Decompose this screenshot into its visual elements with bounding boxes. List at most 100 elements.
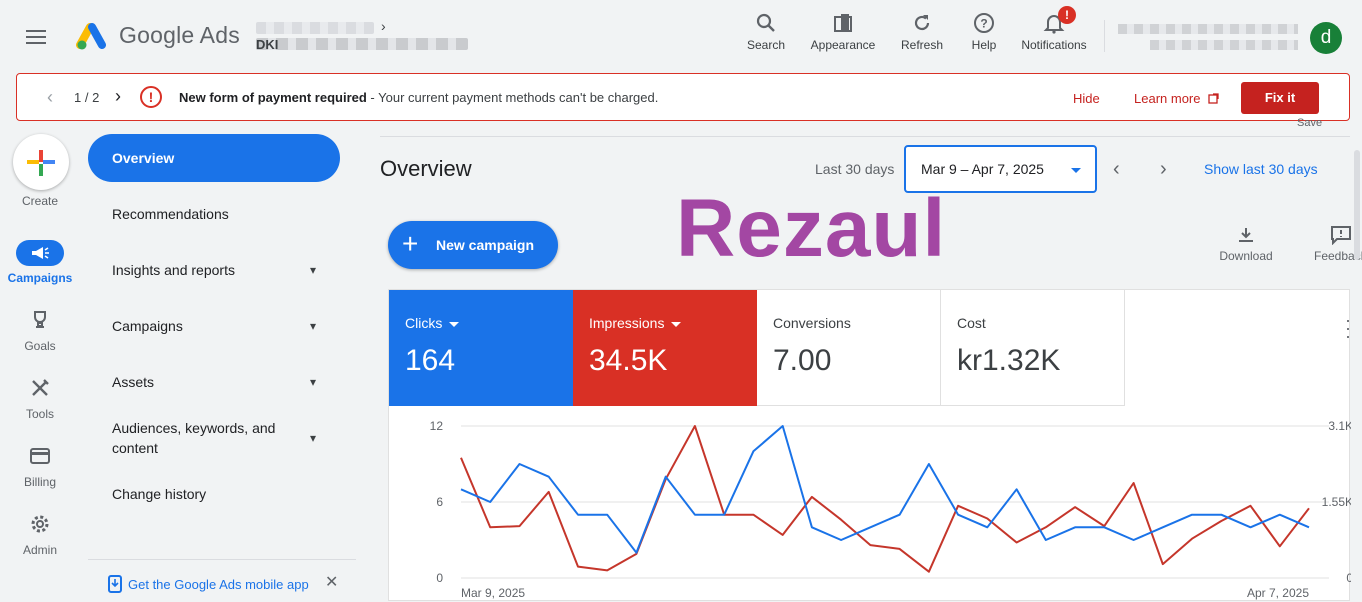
close-icon[interactable]: ✕: [325, 572, 338, 592]
rail-goals-label[interactable]: Goals: [0, 339, 80, 353]
y-tick-label-left: 6: [436, 495, 443, 509]
rail-billing-label[interactable]: Billing: [0, 475, 80, 489]
page-title: Overview: [380, 156, 472, 181]
goals-rail-button[interactable]: [16, 308, 64, 334]
appearance-label: Appearance: [810, 38, 876, 52]
payment-alert-banner: ‹ 1 / 2 › ! New form of payment required…: [16, 73, 1350, 121]
scorecard-cost[interactable]: Cost kr1.32K: [941, 290, 1125, 406]
notification-badge: !: [1058, 6, 1076, 24]
nav-insights-label: Insights and reports: [112, 262, 235, 278]
nav-recommendations[interactable]: Recommendations: [88, 190, 340, 238]
toolbar-divider: [380, 136, 1350, 137]
refresh-button[interactable]: Refresh: [898, 12, 946, 52]
scorecard-clicks[interactable]: Clicks 164: [389, 290, 573, 406]
scorecard-title: Impressions: [589, 315, 682, 331]
x-tick-label-start: Mar 9, 2025: [461, 586, 525, 600]
clicks-title: Clicks: [405, 315, 443, 331]
mobile-app-link[interactable]: Get the Google Ads mobile app: [108, 575, 309, 593]
account-id-blurred[interactable]: [256, 38, 468, 50]
hide-alert-link[interactable]: Hide: [1073, 91, 1100, 106]
refresh-icon: [914, 15, 930, 31]
help-button[interactable]: ? Help: [962, 12, 1006, 52]
chevron-down-icon: ▾: [309, 263, 316, 277]
learn-more-link[interactable]: Learn more: [1134, 91, 1219, 106]
series-line-impressions: [460, 425, 1310, 573]
watermark-text: Rezaul: [676, 183, 947, 274]
show-last-30-days-link[interactable]: Show last 30 days: [1204, 161, 1318, 177]
credit-card-icon: [30, 448, 50, 464]
notifications-button[interactable]: Notifications !: [1014, 6, 1094, 52]
gear-icon: [31, 515, 49, 533]
error-icon: !: [140, 86, 162, 108]
more-options-icon[interactable]: · · ·: [1345, 311, 1351, 345]
tools-rail-button[interactable]: [16, 376, 64, 402]
plus-icon: [27, 150, 55, 176]
learn-more-label: Learn more: [1134, 91, 1201, 106]
search-button[interactable]: Search: [742, 12, 790, 52]
scorecard-value: 34.5K: [589, 344, 668, 377]
account-prefix: DKI: [256, 37, 279, 52]
scorecard-title: Clicks: [405, 315, 460, 331]
chevron-down-icon: ▾: [309, 431, 316, 445]
chevron-down-icon: ▾: [309, 375, 316, 389]
create-button[interactable]: [13, 134, 69, 190]
tools-icon: [32, 379, 49, 396]
y-tick-label-right: 3.1K: [1328, 419, 1351, 433]
rail-tools-label[interactable]: Tools: [0, 407, 80, 421]
avatar[interactable]: d: [1310, 22, 1342, 54]
performance-panel: Clicks 164 Impressions 34.5K Conversions…: [388, 289, 1351, 601]
alert-message: New form of payment required - Your curr…: [179, 90, 658, 105]
nav-insights-and-reports[interactable]: Insights and reports ▾: [88, 246, 340, 294]
save-button[interactable]: Save: [1297, 117, 1322, 129]
campaigns-rail-button[interactable]: [16, 240, 64, 266]
y-tick-label-left: 12: [430, 419, 444, 433]
dropdown-caret-icon: [671, 321, 682, 327]
brand-name: Google Ads: [119, 22, 240, 48]
next-period-icon[interactable]: ›: [1160, 158, 1167, 181]
appearance-button[interactable]: Appearance: [806, 12, 880, 52]
scorecard-title: Conversions: [773, 315, 851, 331]
main-menu-icon[interactable]: [26, 26, 54, 48]
nav-assets-label: Assets: [112, 374, 155, 390]
account-email-blurred: [1150, 40, 1298, 50]
create-label: Create: [21, 194, 59, 208]
chevron-down-icon: ▾: [309, 319, 316, 333]
fix-it-button[interactable]: Fix it: [1241, 82, 1319, 114]
nav-audiences[interactable]: Audiences, keywords, and content ▾: [88, 414, 340, 462]
prev-period-icon[interactable]: ‹: [1113, 158, 1120, 181]
download-icon: [1239, 228, 1253, 242]
performance-chart: 0 0 6 1.55K 12 3.1K Mar 9, 2025 Apr 7, 2025: [430, 419, 1351, 600]
rail-campaigns-label[interactable]: Campaigns: [0, 271, 80, 285]
svg-text:?: ?: [980, 17, 987, 31]
help-label: Help: [971, 38, 997, 52]
nav-assets[interactable]: Assets ▾: [88, 358, 340, 406]
download-button[interactable]: Download: [1213, 225, 1279, 263]
scorecard-title: Cost: [957, 315, 986, 331]
billing-rail-button[interactable]: [16, 444, 64, 470]
download-label: Download: [1219, 249, 1273, 263]
top-bar: Google Ads › DKI Search Appearance Refre…: [0, 0, 1362, 72]
y-tick-label-right: 1.55K: [1322, 495, 1351, 509]
admin-rail-button[interactable]: [16, 512, 64, 538]
alert-prev-icon[interactable]: ‹: [47, 87, 53, 108]
account-chevron-icon[interactable]: ›: [381, 18, 386, 34]
feedback-icon: [1331, 226, 1351, 245]
scrollbar[interactable]: [1354, 150, 1360, 260]
alert-next-icon[interactable]: ›: [115, 86, 121, 107]
nav-change-history[interactable]: Change history: [88, 470, 340, 518]
nav-overview[interactable]: Overview: [88, 134, 340, 182]
dropdown-caret-icon: [1071, 168, 1081, 173]
alert-pager: 1 / 2: [74, 90, 100, 105]
new-campaign-label: New campaign: [436, 237, 535, 253]
rail-admin-label[interactable]: Admin: [0, 543, 80, 557]
nav-campaigns-label: Campaigns: [112, 318, 183, 334]
phone-download-icon: [108, 575, 122, 593]
plus-icon: +: [402, 228, 419, 259]
new-campaign-button[interactable]: + New campaign: [388, 221, 558, 269]
nav-campaigns[interactable]: Campaigns ▾: [88, 302, 340, 350]
appearance-icon: [834, 14, 852, 32]
scorecard-impressions[interactable]: Impressions 34.5K: [573, 290, 757, 406]
refresh-label: Refresh: [900, 38, 944, 52]
scorecard-conversions[interactable]: Conversions 7.00: [757, 290, 941, 406]
megaphone-icon: [32, 247, 49, 259]
